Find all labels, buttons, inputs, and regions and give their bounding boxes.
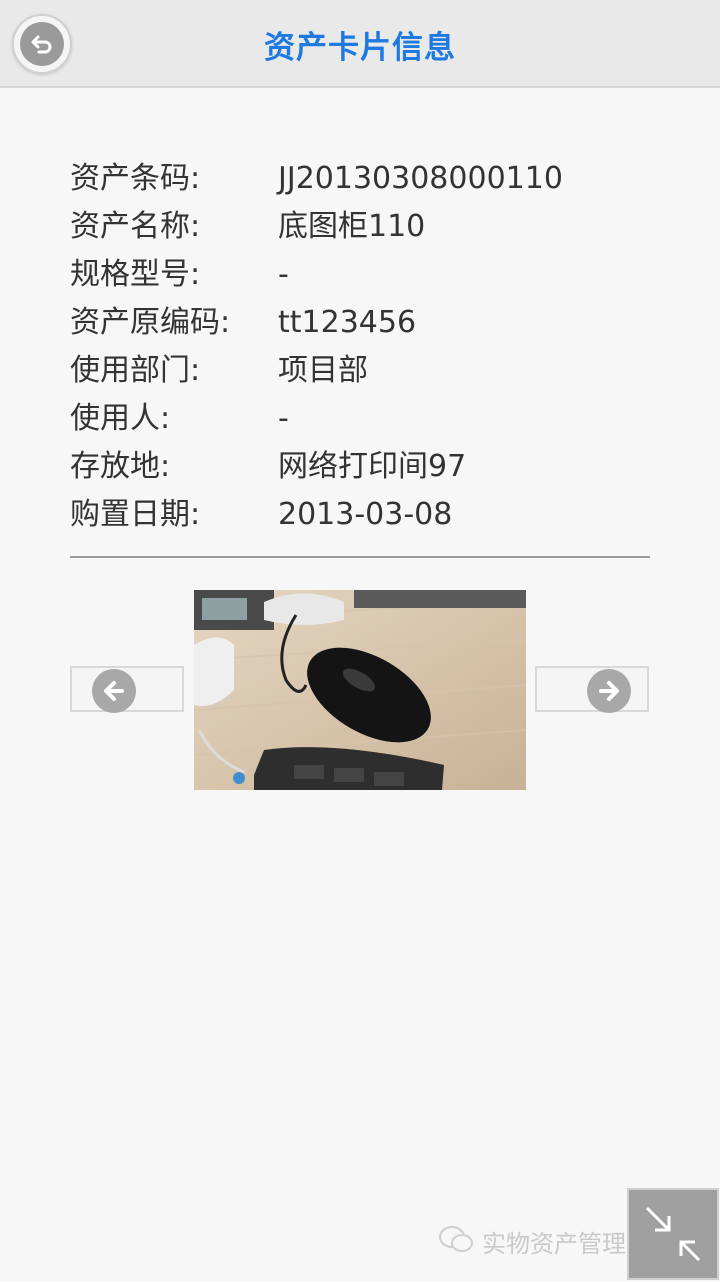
row-label: 使用部门: [70, 353, 201, 388]
divider [70, 556, 650, 558]
row-value: - [278, 401, 289, 436]
row-value: - [278, 257, 289, 292]
arrow-right-icon [587, 669, 631, 713]
row-value: 网络打印间97 [278, 449, 467, 484]
collapse-icon [645, 1206, 701, 1262]
row-value: 2013-03-08 [278, 497, 453, 532]
header-bar: 资产卡片信息 [0, 0, 720, 88]
asset-row-department: 使用部门: 项目部 [70, 347, 650, 395]
wechat-icon [438, 1225, 474, 1259]
asset-photo[interactable] [194, 590, 526, 790]
row-label: 购置日期: [70, 497, 201, 532]
asset-row-spec: 规格型号: - [70, 251, 650, 299]
row-value: 项目部 [278, 353, 368, 388]
row-label: 资产条码: [70, 161, 201, 196]
asset-row-user: 使用人: - [70, 395, 650, 443]
arrow-left-icon [92, 669, 136, 713]
page-title: 资产卡片信息 [264, 30, 456, 66]
collapse-button[interactable] [627, 1188, 719, 1280]
asset-photo-image [194, 590, 526, 790]
asset-row-name: 资产名称: 底图柜110 [70, 203, 650, 251]
asset-row-original-code: 资产原编码: tt123456 [70, 299, 650, 347]
row-label: 规格型号: [70, 257, 201, 292]
row-label: 资产原编码: [70, 305, 231, 340]
row-value: tt123456 [278, 305, 417, 340]
row-label: 存放地: [70, 449, 171, 484]
asset-info-list: 资产条码: JJ20130308000110 资产名称: 底图柜110 规格型号… [70, 155, 650, 539]
row-value: JJ20130308000110 [278, 161, 563, 196]
next-photo-button[interactable] [535, 666, 649, 713]
previous-photo-button[interactable] [70, 666, 184, 713]
row-label: 资产名称: [70, 209, 201, 244]
asset-row-location: 存放地: 网络打印间97 [70, 443, 650, 491]
asset-row-barcode: 资产条码: JJ20130308000110 [70, 155, 650, 203]
row-value: 底图柜110 [278, 209, 426, 244]
asset-row-purchase-date: 购置日期: 2013-03-08 [70, 491, 650, 539]
row-label: 使用人: [70, 401, 171, 436]
